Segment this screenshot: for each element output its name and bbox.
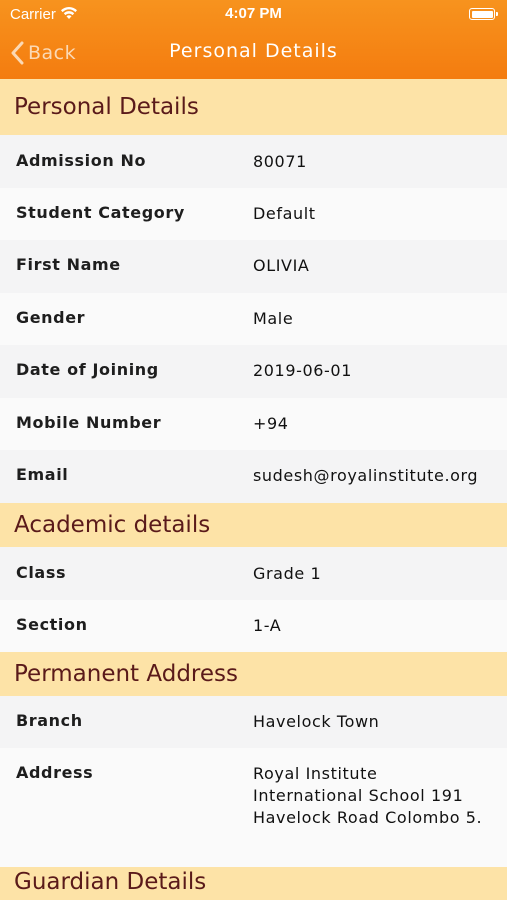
row-section: Section 1-A <box>0 600 507 652</box>
row-label: Address <box>16 763 94 782</box>
row-label: Branch <box>16 711 83 730</box>
row-label: Date of Joining <box>16 360 159 379</box>
battery-icon <box>469 8 498 20</box>
section-header-guardian-details: Guardian Details <box>0 867 507 900</box>
status-time: 4:07 PM <box>225 5 282 22</box>
row-email: Email sudesh@royalinstitute.org <box>0 450 507 503</box>
row-value: 80071 <box>253 152 307 171</box>
row-value: Havelock Town <box>253 712 380 731</box>
section-header-personal-details: Personal Details <box>0 79 507 135</box>
row-value[interactable]: sudesh@royalinstitute.org <box>253 465 507 487</box>
navigation-bar: Back Personal Details <box>0 30 507 79</box>
row-value: Male <box>253 309 294 328</box>
row-label: First Name <box>16 255 121 274</box>
row-label: Class <box>16 563 67 582</box>
row-value: Grade 1 <box>253 564 322 583</box>
page-title: Personal Details <box>169 40 338 62</box>
row-address: Address Royal Institute International Sc… <box>0 748 507 867</box>
row-label: Student Category <box>16 203 185 222</box>
row-class: Class Grade 1 <box>0 547 507 600</box>
row-label: Email <box>16 465 69 484</box>
details-list: Personal Details Admission No 80071 Stud… <box>0 79 507 900</box>
section-header-academic-details: Academic details <box>0 503 507 547</box>
row-mobile-number: Mobile Number +94 <box>0 398 507 450</box>
row-label: Gender <box>16 308 86 327</box>
row-value: Default <box>253 204 316 223</box>
row-value: 2019-06-01 <box>253 361 352 380</box>
row-student-category: Student Category Default <box>0 188 507 240</box>
row-value: +94 <box>253 414 289 433</box>
row-label: Section <box>16 615 88 634</box>
row-value: Royal Institute International School 191… <box>253 764 483 827</box>
row-branch: Branch Havelock Town <box>0 696 507 748</box>
section-header-permanent-address: Permanent Address <box>0 652 507 696</box>
status-bar: Carrier 4:07 PM <box>0 0 507 30</box>
row-value: OLIVIA <box>253 256 310 275</box>
row-admission-no: Admission No 80071 <box>0 135 507 188</box>
app-header: Carrier 4:07 PM Back Personal Details <box>0 0 507 79</box>
row-date-of-joining: Date of Joining 2019-06-01 <box>0 345 507 398</box>
row-value: 1-A <box>253 616 282 635</box>
row-label: Admission No <box>16 151 147 170</box>
row-first-name: First Name OLIVIA <box>0 240 507 293</box>
row-gender: Gender Male <box>0 293 507 345</box>
row-label: Mobile Number <box>16 413 162 432</box>
